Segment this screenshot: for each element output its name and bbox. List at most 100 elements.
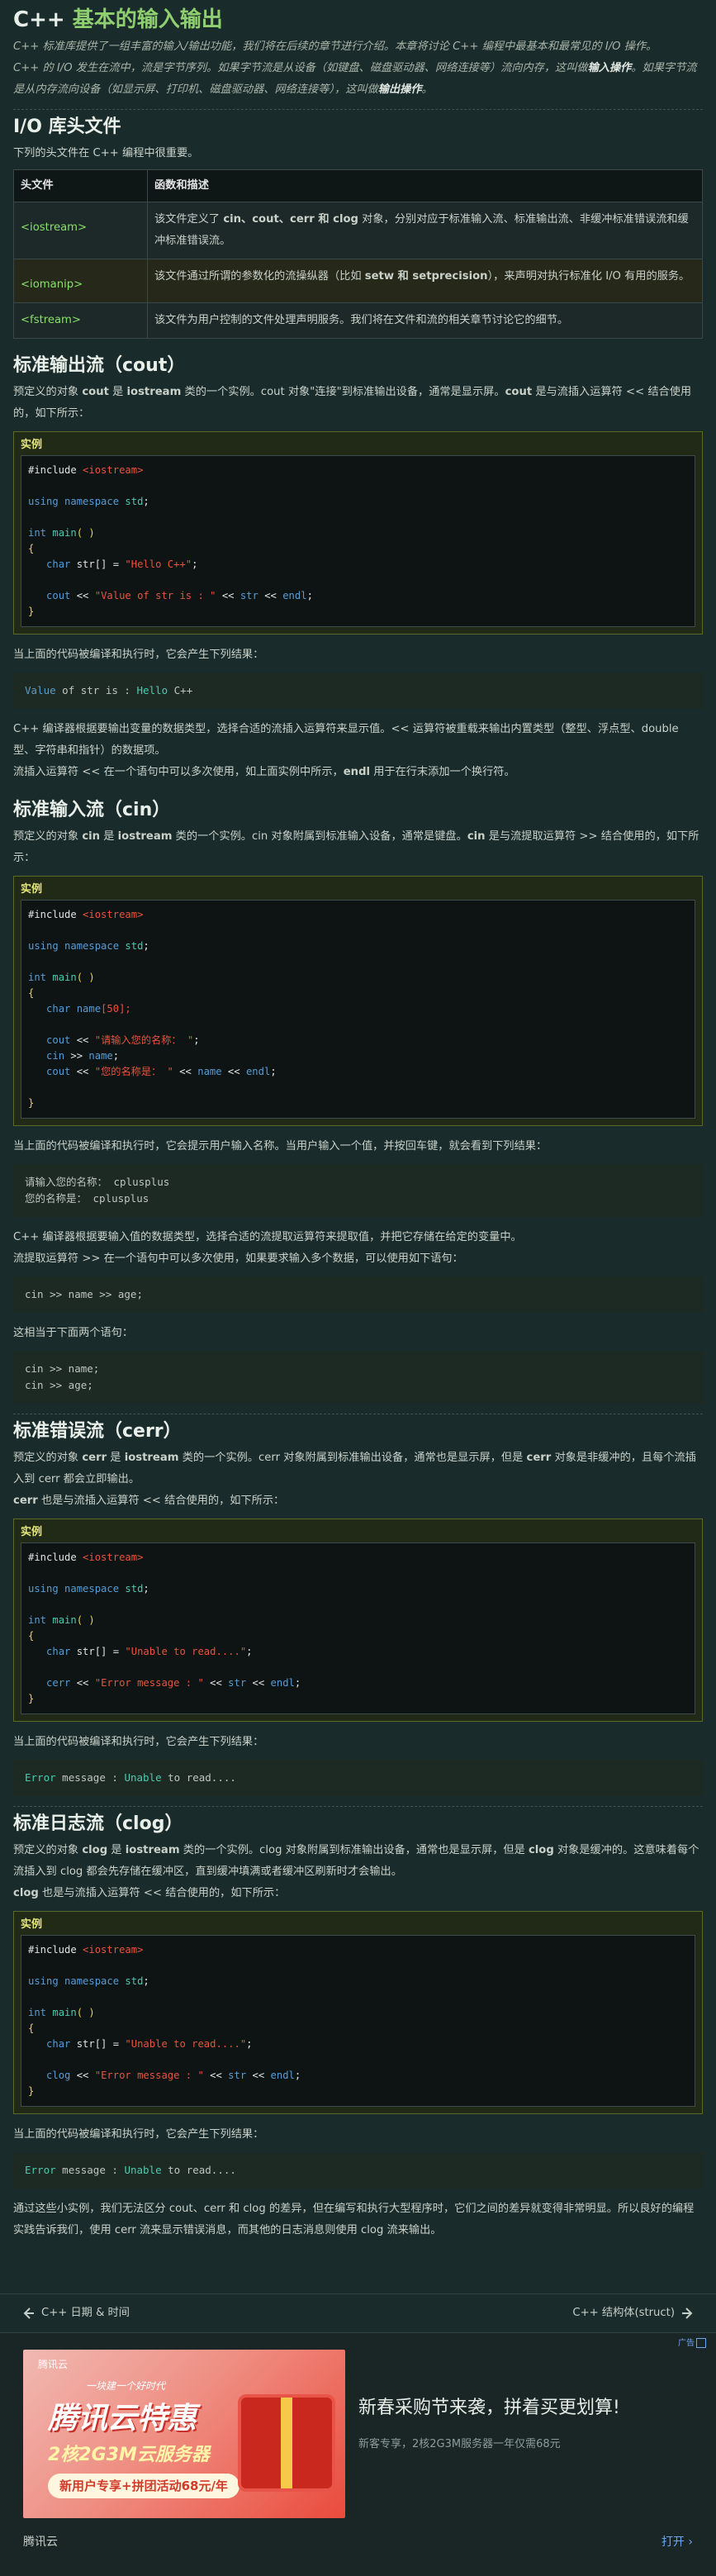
section-title-cout: 标准输出流（cout） <box>13 355 186 376</box>
code-token: using <box>28 1975 59 1987</box>
bold: clog <box>13 1887 39 1899</box>
code-token: name <box>88 1050 113 1062</box>
ad-banner-image[interactable]: 腾讯云 一块建一个好时代 腾讯云特惠 2核2G3M云服务器 新用户专享+拼团活动… <box>23 2350 345 2518</box>
output-block-cin[interactable]: 请输入您的名称： cplusplus 您的名称是： cplusplus <box>13 1164 703 1217</box>
output-block-cerr[interactable]: Error message : Unable to read.... <box>13 1760 703 1796</box>
prev-page-label: C++ 日期 & 时间 <box>41 2307 130 2319</box>
code-block-cin[interactable]: #include <iostream> using namespace std;… <box>21 900 695 1119</box>
code-token: ; <box>246 1646 253 1657</box>
gift-box-icon <box>241 2398 332 2488</box>
output-block-cout[interactable]: Value of str is : Hello C++ <box>13 673 703 709</box>
code-token: str <box>239 590 258 601</box>
cerr-desc: 预定义的对象 cerr 是 iostream 类的一个实例。cerr 对象附属到… <box>13 1447 703 1490</box>
cout-after-2: 流插入运算符 << 在一个语句中可以多次使用，如上面实例中所示，endl 用于在… <box>13 762 703 783</box>
code-token: endl <box>270 1677 295 1689</box>
code-token: cout <box>46 1034 71 1046</box>
code-token: << <box>246 2070 271 2081</box>
code-token: ( ) <box>76 1614 95 1626</box>
ad-banner-slogan: 一块建一个好时代 <box>86 2380 166 2392</box>
intro-bold: 输入操作 <box>587 62 632 74</box>
code-token: using <box>28 940 59 952</box>
run-text: 当上面的代码被编译和执行时，它会产生下列结果： <box>13 1736 264 1748</box>
code-token: ; <box>143 496 149 507</box>
text: 是 <box>107 1844 126 1856</box>
ad-brand: 腾讯云 <box>23 2536 58 2549</box>
intro-paragraph-1: C++ 标准库提供了一组丰富的输入/输出功能，我们将在后续的章节进行介绍。本章将… <box>13 40 657 53</box>
text: 预定义的对象 <box>13 1844 83 1856</box>
output-token: Value <box>25 684 56 696</box>
output-token: to read.... <box>161 1771 236 1784</box>
code-token: ; <box>112 1050 120 1062</box>
ad-block[interactable]: 广告 腾讯云 一块建一个好时代 腾讯云特惠 2核2G3M云服务器 新用户专享+拼… <box>0 2333 716 2576</box>
equiv-text: 这相当于下面两个语句： <box>13 1327 134 1339</box>
code-token: cout <box>46 1066 71 1077</box>
ad-close-icon[interactable] <box>696 2338 706 2348</box>
code-token: "您的名称是： " <box>94 1066 173 1077</box>
run-text: 当上面的代码被编译和执行时，它会产生下列结果： <box>13 2128 264 2141</box>
code-token: cerr <box>46 1677 71 1689</box>
code-token: ; <box>294 1677 301 1689</box>
code-token: str[] = <box>70 1646 126 1657</box>
section-title-clog: 标准日志流（clog） <box>13 1813 183 1834</box>
output-block-clog[interactable]: Error message : Unable to read.... <box>13 2152 703 2189</box>
code-token: "Hello C++" <box>125 558 192 570</box>
code-block-cerr[interactable]: #include <iostream> using namespace std;… <box>21 1542 695 1714</box>
code-token: <iostream> <box>83 909 144 920</box>
code-token: using <box>28 1583 59 1595</box>
code-token: { <box>28 543 35 554</box>
code-block-clog[interactable]: #include <iostream> using namespace std;… <box>21 1935 695 2107</box>
code-token: char <box>46 2038 71 2050</box>
code-token: endl <box>270 2070 295 2081</box>
ad-banner-pill: 新用户专享+拼团活动68元/年 <box>48 2474 239 2498</box>
output-token: Error <box>25 2164 56 2176</box>
cout-after-1: C++ 编译器根据要输出变量的数据类型，选择合适的流插入运算符来显示值。<< 运… <box>13 723 679 757</box>
bold: cerr <box>526 1452 552 1464</box>
statement-block[interactable]: cin >> name >> age; <box>13 1276 703 1313</box>
text: 也是与流插入运算符 << 结合使用的，如下所示： <box>37 1495 285 1507</box>
run-text: 当上面的代码被编译和执行时，它会产生下列结果： <box>13 649 264 661</box>
arrow-right-icon <box>682 2307 693 2319</box>
code-token: << <box>216 590 240 601</box>
cell-bold: cin、cout、cerr 和 clog <box>223 213 358 226</box>
bold: cerr <box>82 1452 107 1464</box>
code-token: { <box>28 2022 35 2034</box>
text: 流插入运算符 << 在一个语句中可以多次使用，如上面实例中所示， <box>13 766 344 778</box>
code-token: "请输入您的名称： " <box>94 1034 194 1046</box>
code-token: str <box>228 2070 247 2081</box>
code-token: str <box>228 1677 247 1689</box>
code-token: << <box>70 1034 95 1046</box>
code-token: ; <box>270 1066 277 1077</box>
code-token: << <box>70 590 95 601</box>
example-box-cerr: 实例 #include <iostream> using namespace s… <box>13 1519 703 1722</box>
code-token: clog <box>46 2070 71 2081</box>
statement-block[interactable]: cin >> name; cin >> age; <box>13 1351 703 1404</box>
bold: cout <box>82 386 109 398</box>
code-block-cout[interactable]: #include <iostream> using namespace std;… <box>21 455 695 627</box>
code-token: ( ) <box>76 527 95 539</box>
text: 是 <box>108 386 127 398</box>
table-cell-header: <iomanip> <box>13 259 148 303</box>
code-token: <iostream> <box>83 464 144 476</box>
text: 类的一个实例。cin 对象附属到标准输入设备，通常是键盘。 <box>172 830 467 843</box>
table-header: 函数和描述 <box>147 169 703 202</box>
next-page-link[interactable]: C++ 结构体(struct) <box>572 2303 693 2324</box>
divider <box>13 109 703 110</box>
cell-text: 该文件通过所谓的参数化的流操纵器（比如 <box>154 270 365 283</box>
ad-headline[interactable]: 新春采购节来袭，拼着买更划算! <box>358 2396 620 2421</box>
ad-banner-subtitle: 2核2G3M云服务器 <box>48 2445 210 2465</box>
ad-open-button[interactable]: 打开 › <box>661 2531 693 2553</box>
output-token: Hello <box>136 684 168 696</box>
code-token: ( ) <box>76 2007 95 2018</box>
ad-banner-logo: 腾讯云 <box>38 2359 69 2370</box>
code-token: ( ) <box>76 972 95 983</box>
intro-paragraph-2: C++ 的 I/O 发生在流中，流是字节序列。如果字节流是从设备（如键盘、磁盘驱… <box>13 58 703 101</box>
table-row: <iostream> 该文件定义了 cin、cout、cerr 和 clog 对… <box>13 202 703 259</box>
page: C++ 基本的输入输出 C++ 标准库提供了一组丰富的输入/输出功能，我们将在后… <box>0 0 716 2576</box>
table-row: <iomanip> 该文件通过所谓的参数化的流操纵器（比如 setw 和 set… <box>13 259 703 303</box>
bold: cin <box>82 830 101 843</box>
intro-bold: 输出操作 <box>377 83 422 96</box>
prev-page-link[interactable]: C++ 日期 & 时间 <box>23 2303 130 2324</box>
intro-text: C++ 的 I/O 发生在流中，流是字节序列。如果字节流是从设备（如键盘、磁盘驱… <box>13 62 588 74</box>
ad-tag[interactable]: 广告 <box>678 2338 706 2349</box>
example-box-cout: 实例 #include <iostream> using namespace s… <box>13 431 703 634</box>
